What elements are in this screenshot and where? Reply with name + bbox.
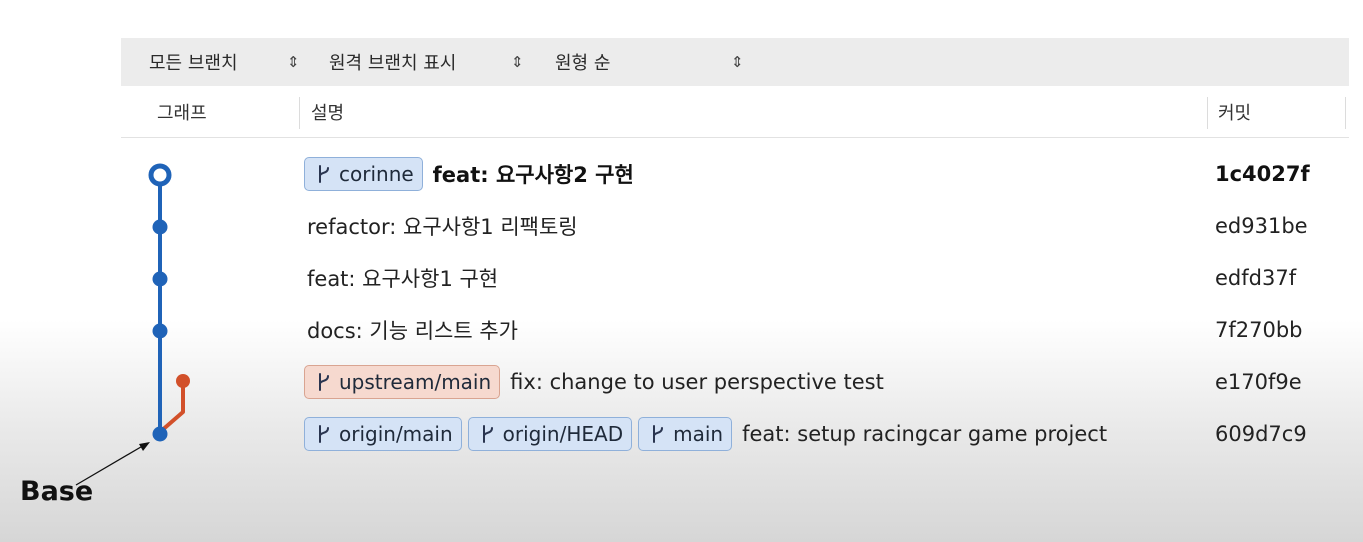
commit-description: origin/main origin/HEAD main feat: setup… [304, 408, 1107, 460]
commit-hash: e170f9e [1215, 370, 1302, 394]
remote-filter-label: 원격 브랜치 표시 [329, 53, 457, 74]
history-toolbar: 모든 브랜치 ⇕ 원격 브랜치 표시 ⇕ 원형 순 ⇕ [121, 38, 1349, 86]
branch-tag-label: corinne [339, 162, 414, 186]
commit-history-panel: 모든 브랜치 ⇕ 원격 브랜치 표시 ⇕ 원형 순 ⇕ 그래프 설명 커밋 co… [0, 0, 1363, 542]
branch-filter-chevron-icon[interactable]: ⇕ [287, 38, 300, 86]
commit-message: feat: 요구사항2 구현 [432, 163, 634, 187]
commit-node[interactable] [152, 271, 168, 287]
branch-icon [319, 373, 329, 391]
branch-tag-main[interactable]: main [638, 417, 733, 451]
branch-tag-label: origin/main [339, 422, 453, 446]
base-annotation-label: Base [20, 476, 94, 507]
branch-tag-label: upstream/main [339, 370, 492, 394]
commit-description: corinne feat: 요구사항2 구현 [304, 148, 634, 200]
branch-tag-label: main [673, 422, 724, 446]
branch-tag-label: origin/HEAD [502, 422, 624, 446]
commit-message: docs: 기능 리스트 추가 [307, 319, 519, 343]
commit-hash: ed931be [1215, 214, 1308, 238]
branch-filter-select[interactable]: 모든 브랜치 [149, 38, 238, 86]
commit-row[interactable]: corinne feat: 요구사항2 구현 1c4027f [121, 148, 1349, 200]
branch-icon [319, 165, 329, 183]
remote-filter-select[interactable]: 원격 브랜치 표시 [329, 38, 456, 86]
column-divider[interactable] [1345, 97, 1346, 129]
branch-tag-origin-head[interactable]: origin/HEAD [467, 417, 633, 451]
commit-message: refactor: 요구사항1 리팩토링 [307, 215, 578, 239]
branch-tag-corinne[interactable]: corinne [304, 157, 423, 191]
head-commit-node[interactable] [148, 163, 172, 187]
commit-column-header[interactable]: 커밋 [1218, 87, 1251, 137]
branch-icon [482, 425, 493, 443]
column-divider[interactable] [1207, 97, 1208, 129]
branch-tag-origin-main[interactable]: origin/main [304, 417, 462, 451]
sort-order-chevron-icon[interactable]: ⇕ [731, 38, 744, 86]
branch-icon [653, 425, 664, 443]
commit-description: refactor: 요구사항1 리팩토링 [304, 200, 578, 252]
commit-message: feat: setup racingcar game project [742, 422, 1108, 446]
upstream-commit-node[interactable] [176, 374, 190, 388]
graph-column-header[interactable]: 그래프 [157, 87, 207, 137]
commit-hash: edfd37f [1215, 266, 1297, 290]
commit-hash: 1c4027f [1215, 162, 1310, 186]
commit-node[interactable] [152, 219, 168, 235]
commit-row[interactable]: docs: 기능 리스트 추가 7f270bb [121, 304, 1349, 356]
sort-order-select[interactable]: 원형 순 [555, 38, 610, 86]
column-header: 그래프 설명 커밋 [121, 87, 1349, 138]
commit-row[interactable]: feat: 요구사항1 구현 edfd37f [121, 252, 1349, 304]
description-column-header[interactable]: 설명 [311, 87, 344, 137]
commit-description: feat: 요구사항1 구현 [304, 252, 498, 304]
branch-icon [319, 425, 329, 443]
remote-filter-chevron-icon[interactable]: ⇕ [511, 38, 524, 86]
commit-message: fix: change to user perspective test [510, 370, 884, 394]
column-divider[interactable] [299, 97, 300, 129]
commit-node[interactable] [152, 323, 168, 339]
commit-description: upstream/main fix: change to user perspe… [304, 356, 884, 408]
commit-row[interactable]: origin/main origin/HEAD main feat: setup… [121, 408, 1349, 460]
sort-order-label: 원형 순 [555, 53, 611, 74]
commit-message: feat: 요구사항1 구현 [307, 267, 499, 291]
branch-tag-upstream-main[interactable]: upstream/main [304, 365, 501, 399]
commit-description: docs: 기능 리스트 추가 [304, 304, 518, 356]
branch-filter-label: 모든 브랜치 [149, 53, 238, 74]
commit-hash: 7f270bb [1215, 318, 1303, 342]
commit-row[interactable]: refactor: 요구사항1 리팩토링 ed931be [121, 200, 1349, 252]
commit-row[interactable]: upstream/main fix: change to user perspe… [121, 356, 1349, 408]
base-commit-node[interactable] [152, 426, 168, 442]
commit-hash: 609d7c9 [1215, 422, 1307, 446]
